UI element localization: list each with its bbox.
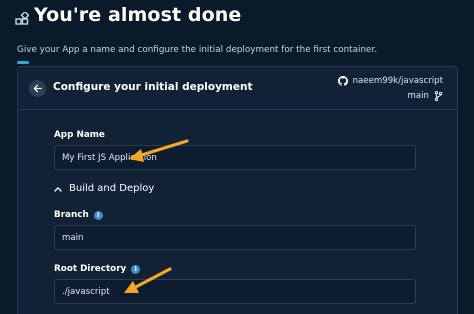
build-deploy-label: Build and Deploy xyxy=(69,183,155,194)
branch-label: Branch i xyxy=(54,210,103,220)
github-icon xyxy=(337,76,348,86)
card-accent-bar xyxy=(17,61,29,64)
page-subtitle: Give your App a name and configure the i… xyxy=(17,45,378,55)
branch-indicator: main xyxy=(408,91,443,101)
info-icon[interactable]: i xyxy=(93,210,103,220)
app-name-label-text: App Name xyxy=(54,130,105,140)
deployment-card: Configure your initial deployment naeem9… xyxy=(17,66,458,314)
back-button[interactable] xyxy=(29,80,46,97)
page: You're almost done Give your App a name … xyxy=(0,0,474,314)
apps-grid-icon xyxy=(15,12,29,25)
branch-input[interactable]: main xyxy=(54,225,416,250)
root-directory-input[interactable]: ./javascript xyxy=(54,279,416,304)
card-header: Configure your initial deployment naeem9… xyxy=(18,67,457,110)
app-name-label: App Name xyxy=(54,130,105,140)
branch-name: main xyxy=(407,91,429,101)
arrow-left-icon xyxy=(33,84,42,93)
app-name-input[interactable]: My First JS Application xyxy=(54,145,416,170)
root-directory-value: ./javascript xyxy=(62,286,110,297)
page-title: You're almost done xyxy=(34,4,242,26)
branch-value: main xyxy=(62,232,84,243)
repo-name: naeem99k/javascript xyxy=(352,76,443,86)
root-directory-label-text: Root Directory xyxy=(54,264,127,274)
build-deploy-toggle[interactable]: Build and Deploy xyxy=(54,183,154,194)
git-branch-icon xyxy=(434,91,443,101)
repo-link[interactable]: naeem99k/javascript xyxy=(337,76,443,86)
annotation-arrow xyxy=(129,139,189,162)
annotation-arrow xyxy=(124,267,172,293)
branch-label-text: Branch xyxy=(54,210,89,220)
card-title: Configure your initial deployment xyxy=(53,81,253,93)
chevron-up-icon xyxy=(54,186,62,192)
